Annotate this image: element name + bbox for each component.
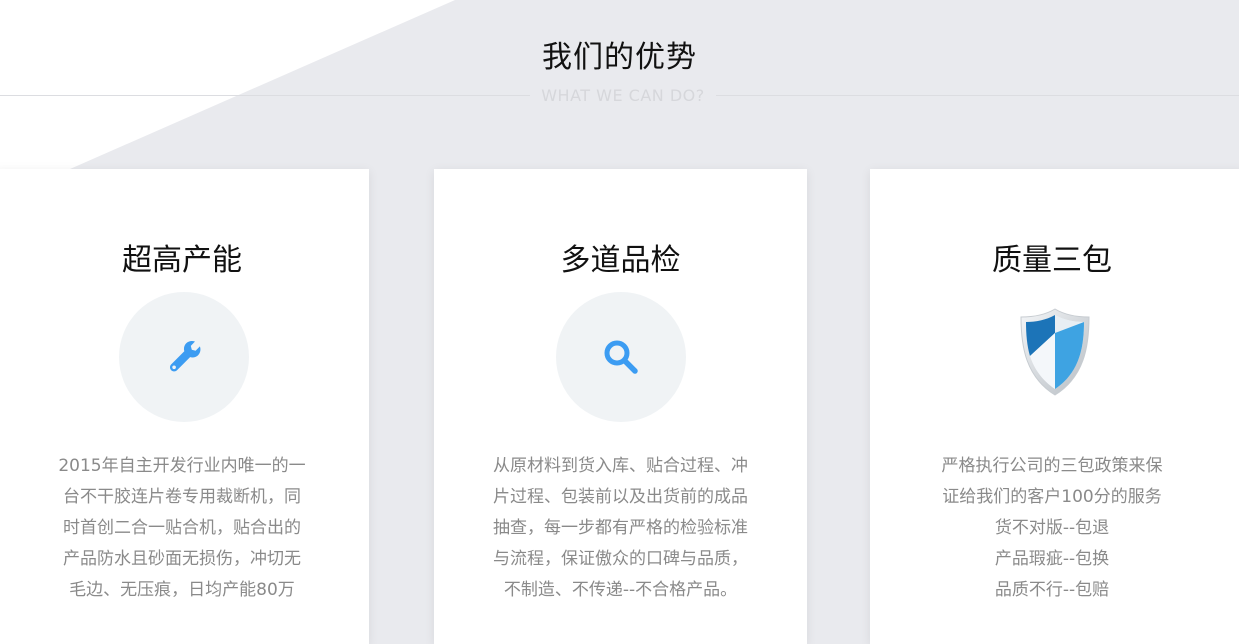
card-description: 严格执行公司的三包政策来保 证给我们的客户100分的服务 货不对版--包退 产品… — [870, 451, 1234, 606]
section-title: 我们的优势 — [542, 40, 697, 75]
description-line: 毛边、无压痕，日均产能80万 — [69, 580, 295, 600]
description-line: 时首创二合一贴合机，贴合出的 — [63, 518, 301, 538]
description-line: 片过程、包装前以及出货前的成品 — [493, 487, 748, 507]
icon-circle — [119, 292, 249, 422]
description-line: 产品防水且砂面无损伤，冲切无 — [63, 549, 301, 569]
description-line: 不制造、不传递--不合格产品。 — [503, 580, 738, 600]
section-subtitle: WHAT WE CAN DO? — [530, 86, 716, 105]
card-description: 2015年自主开发行业内唯一的一 台不干胶连片卷专用裁断机，同 时首创二合一贴合… — [0, 451, 369, 606]
description-line: 证给我们的客户100分的服务 — [942, 487, 1162, 507]
advantage-card-capacity: 超高产能 2015年自主开发行业内唯一的一 台不干胶连片卷专用裁断机，同 时首创… — [0, 169, 369, 644]
description-line: 抽查，每一步都有严格的检验标准 — [493, 518, 748, 538]
description-line: 品质不行--包赔 — [994, 580, 1110, 600]
card-title: 质量三包 — [992, 243, 1112, 278]
advantages-section: 我们的优势 WHAT WE CAN DO? 超高产能 2015年自主开发行业内唯… — [0, 0, 1239, 644]
description-line: 与流程，保证傲众的口碑与品质， — [493, 549, 748, 569]
description-line: 台不干胶连片卷专用裁断机，同 — [63, 487, 301, 507]
search-icon — [604, 340, 638, 374]
card-title: 多道品检 — [560, 243, 681, 278]
advantage-card-inspection: 多道品检 从原材料到货入库、贴合过程、冲 片过程、包装前以及出货前的成品 抽查，… — [434, 169, 807, 644]
shield-icon — [1020, 308, 1090, 396]
description-line: 严格执行公司的三包政策来保 — [941, 456, 1163, 476]
description-line: 2015年自主开发行业内唯一的一 — [58, 456, 306, 476]
advantage-card-warranty: 质量三包 严格执行公司的三包政策来保 证给我们的客户100分的服务 货不对版--… — [870, 169, 1239, 644]
icon-circle — [556, 292, 686, 422]
card-title: 超高产能 — [122, 243, 242, 278]
description-line: 货不对版--包退 — [994, 518, 1110, 538]
card-description: 从原材料到货入库、贴合过程、冲 片过程、包装前以及出货前的成品 抽查，每一步都有… — [434, 451, 807, 606]
description-line: 产品瑕疵--包换 — [994, 549, 1110, 569]
wrench-icon — [170, 340, 201, 372]
description-line: 从原材料到货入库、贴合过程、冲 — [493, 456, 748, 476]
